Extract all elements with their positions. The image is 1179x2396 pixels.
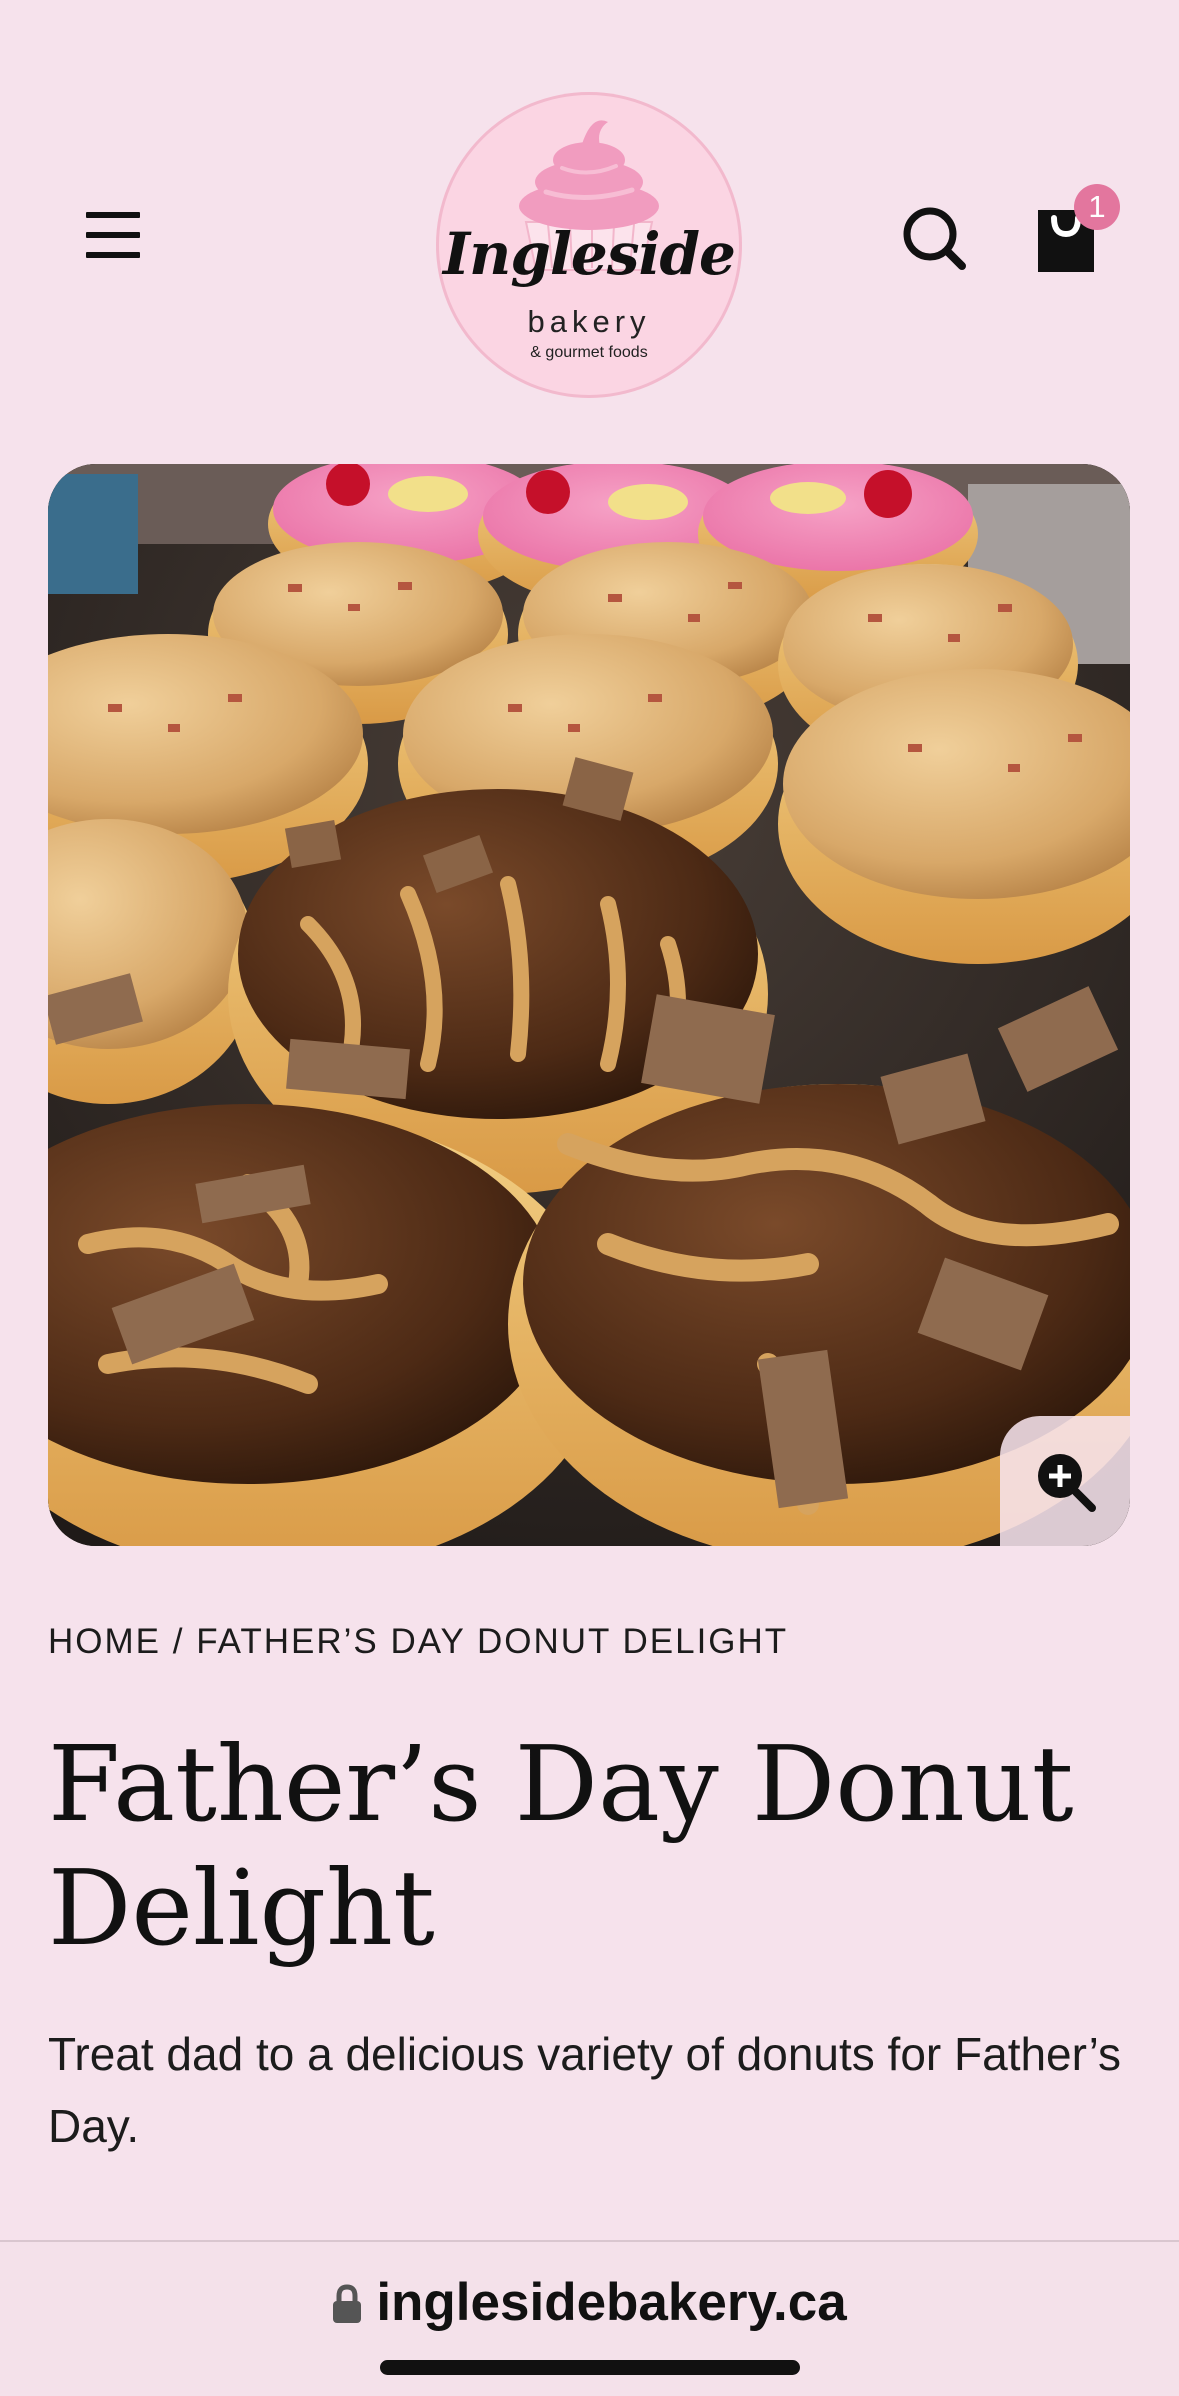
product-image[interactable]: [48, 464, 1130, 1546]
hamburger-menu-icon[interactable]: [82, 208, 144, 260]
logo-script-text: Ingleside: [443, 220, 736, 288]
site-header: Ingleside bakery & gourmet foods 1: [0, 0, 1179, 440]
address-url-text: inglesidebakery.ca: [376, 2273, 847, 2332]
logo-sub-text: & gourmet foods: [530, 344, 648, 361]
product-page: Ingleside bakery & gourmet foods 1 HOME …: [0, 0, 1179, 2396]
search-icon[interactable]: [900, 204, 968, 272]
breadcrumb: HOME / FATHER’S DAY DONUT DELIGHT: [48, 1622, 788, 1662]
lock-icon: [333, 2284, 362, 2323]
breadcrumb-home-link[interactable]: HOME: [48, 1622, 161, 1661]
home-indicator[interactable]: [380, 2360, 800, 2375]
breadcrumb-separator: /: [161, 1622, 197, 1661]
address-url[interactable]: inglesidebakery.ca: [0, 2272, 1179, 2333]
menu-bar: [86, 212, 140, 218]
breadcrumb-current: FATHER’S DAY DONUT DELIGHT: [196, 1622, 789, 1661]
site-logo[interactable]: Ingleside bakery & gourmet foods: [436, 92, 742, 398]
donuts-photo: [48, 464, 1130, 1546]
zoom-in-icon[interactable]: [1000, 1416, 1130, 1546]
product-description: Treat dad to a delicious variety of donu…: [48, 2028, 1122, 2152]
cart-count-badge: 1: [1074, 184, 1120, 230]
menu-bar: [86, 252, 140, 258]
product-title: Father’s Day Donut Delight: [48, 1723, 1074, 1969]
menu-bar: [86, 232, 140, 238]
browser-address-bar[interactable]: inglesidebakery.ca: [0, 2240, 1179, 2396]
logo-word-text: bakery: [527, 304, 651, 339]
